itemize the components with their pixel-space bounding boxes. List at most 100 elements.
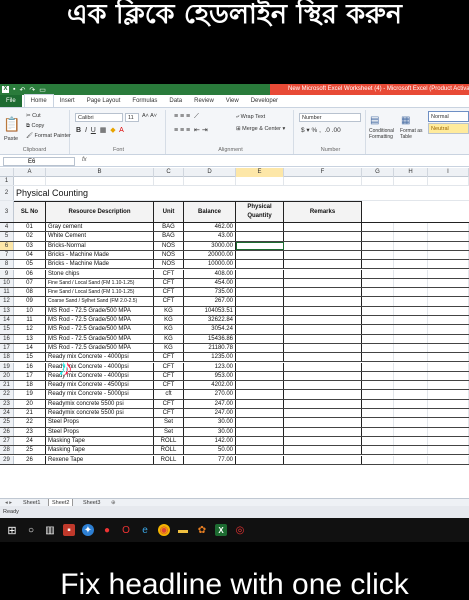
balance-cell[interactable]: 735.00 — [184, 288, 236, 297]
physical-quantity-cell[interactable] — [236, 278, 284, 288]
cell[interactable] — [394, 232, 428, 241]
cell[interactable] — [284, 177, 362, 185]
paste-icon[interactable]: 📋 — [3, 116, 20, 133]
remarks-cell[interactable] — [284, 362, 362, 371]
cell[interactable] — [394, 241, 428, 250]
cell[interactable] — [362, 381, 394, 390]
row-header[interactable]: 12 — [0, 297, 14, 306]
balance-cell[interactable]: 30.00 — [184, 427, 236, 436]
physical-quantity-cell[interactable] — [236, 418, 284, 427]
physical-quantity-cell[interactable] — [236, 269, 284, 278]
cell[interactable] — [394, 371, 428, 381]
cell[interactable] — [428, 260, 469, 269]
physical-quantity-cell[interactable] — [236, 306, 284, 315]
folder-icon[interactable]: ▬ — [177, 524, 189, 536]
cell[interactable] — [394, 343, 428, 353]
remarks-cell[interactable] — [284, 269, 362, 278]
unit-cell[interactable]: Set — [154, 427, 184, 436]
balance-cell[interactable]: 247.00 — [184, 399, 236, 408]
cell[interactable] — [428, 371, 469, 381]
unit-cell[interactable]: NOS — [154, 241, 184, 250]
cell[interactable] — [428, 362, 469, 371]
cell[interactable] — [428, 232, 469, 241]
cell[interactable] — [362, 409, 394, 418]
row-header[interactable]: 14 — [0, 316, 14, 325]
unit-cell[interactable]: BAG — [154, 223, 184, 232]
remarks-cell[interactable] — [284, 343, 362, 353]
description-cell[interactable]: Readymix concrete 5500 psi — [46, 409, 154, 418]
description-cell[interactable]: MS Rod - 72.5 Grade/500 MPA — [46, 306, 154, 315]
unit-cell[interactable]: CFT — [154, 353, 184, 362]
description-cell[interactable]: MS Rod - 72.5 Grade/500 MPA — [46, 343, 154, 353]
remarks-cell[interactable] — [284, 316, 362, 325]
windows-icon[interactable]: ⊞ — [6, 524, 18, 537]
cell[interactable] — [394, 269, 428, 278]
sl-cell[interactable]: 08 — [14, 288, 46, 297]
photos-icon[interactable]: ✿ — [196, 524, 208, 536]
row-header[interactable]: 13 — [0, 306, 14, 315]
cell[interactable] — [394, 418, 428, 427]
format-as-table-button[interactable]: Format as Table — [400, 128, 427, 140]
balance-cell[interactable]: 1235.00 — [184, 353, 236, 362]
edge-icon[interactable]: e — [139, 524, 151, 536]
cell[interactable] — [362, 223, 394, 232]
unit-cell[interactable]: CFT — [154, 362, 184, 371]
header-unit[interactable]: Unit — [154, 201, 184, 222]
sl-cell[interactable]: 15 — [14, 353, 46, 362]
cell[interactable] — [394, 381, 428, 390]
font-style-buttons[interactable]: B I U ▦ ◆ A — [76, 126, 124, 134]
balance-cell[interactable]: 267.00 — [184, 297, 236, 306]
cell[interactable] — [362, 260, 394, 269]
row-header[interactable]: 29 — [0, 455, 14, 464]
sl-cell[interactable]: 25 — [14, 446, 46, 455]
description-cell[interactable]: Fine Sand / Local Sand (FM 1.10-1.25) — [46, 288, 154, 297]
row-header[interactable]: 4 — [0, 223, 14, 232]
row-header[interactable]: 9 — [0, 269, 14, 278]
row-header[interactable]: 11 — [0, 288, 14, 297]
header-remarks[interactable]: Remarks — [284, 201, 362, 222]
balance-cell[interactable]: 123.00 — [184, 362, 236, 371]
cell[interactable] — [362, 399, 394, 408]
row-header[interactable]: 22 — [0, 390, 14, 399]
description-cell[interactable]: Bricks - Machine Made — [46, 250, 154, 260]
balance-cell[interactable]: 4202.00 — [184, 381, 236, 390]
sl-cell[interactable]: 03 — [14, 241, 46, 250]
cell[interactable] — [46, 177, 154, 185]
sl-cell[interactable]: 23 — [14, 427, 46, 436]
column-header-i[interactable]: I — [428, 168, 469, 177]
cell[interactable] — [394, 223, 428, 232]
cell[interactable] — [428, 278, 469, 288]
remarks-cell[interactable] — [284, 371, 362, 381]
cell[interactable] — [428, 418, 469, 427]
physical-quantity-cell[interactable] — [236, 325, 284, 334]
sl-cell[interactable]: 05 — [14, 260, 46, 269]
tab-data[interactable]: Data — [163, 95, 188, 107]
sl-cell[interactable]: 06 — [14, 269, 46, 278]
tab-formulas[interactable]: Formulas — [126, 95, 163, 107]
cell[interactable] — [394, 362, 428, 371]
sl-cell[interactable]: 21 — [14, 409, 46, 418]
physical-quantity-cell[interactable] — [236, 250, 284, 260]
balance-cell[interactable]: 3054.24 — [184, 325, 236, 334]
row-header[interactable]: 10 — [0, 278, 14, 288]
cell[interactable] — [428, 288, 469, 297]
balance-cell[interactable]: 953.00 — [184, 371, 236, 381]
row-header[interactable]: 28 — [0, 446, 14, 455]
remarks-cell[interactable] — [284, 278, 362, 288]
redo-icon[interactable]: ↷ — [29, 86, 35, 94]
description-cell[interactable]: MS Rod - 72.5 Grade/500 MPA — [46, 325, 154, 334]
physical-quantity-cell[interactable] — [236, 223, 284, 232]
cell[interactable] — [394, 278, 428, 288]
balance-cell[interactable]: 462.00 — [184, 223, 236, 232]
cell[interactable] — [428, 455, 469, 464]
cell[interactable] — [14, 177, 46, 185]
physical-quantity-cell[interactable] — [236, 409, 284, 418]
row-header[interactable]: 15 — [0, 325, 14, 334]
physical-quantity-cell[interactable] — [236, 362, 284, 371]
vertical-align-icons[interactable]: ≡ ≡ ≡ ⟋ — [174, 113, 199, 121]
tab-review[interactable]: Review — [188, 95, 220, 107]
unit-cell[interactable]: CFT — [154, 297, 184, 306]
balance-cell[interactable]: 104053.51 — [184, 306, 236, 315]
description-cell[interactable]: Ready mix Concrete - 5000psi — [46, 390, 154, 399]
row-header[interactable]: 16 — [0, 334, 14, 343]
